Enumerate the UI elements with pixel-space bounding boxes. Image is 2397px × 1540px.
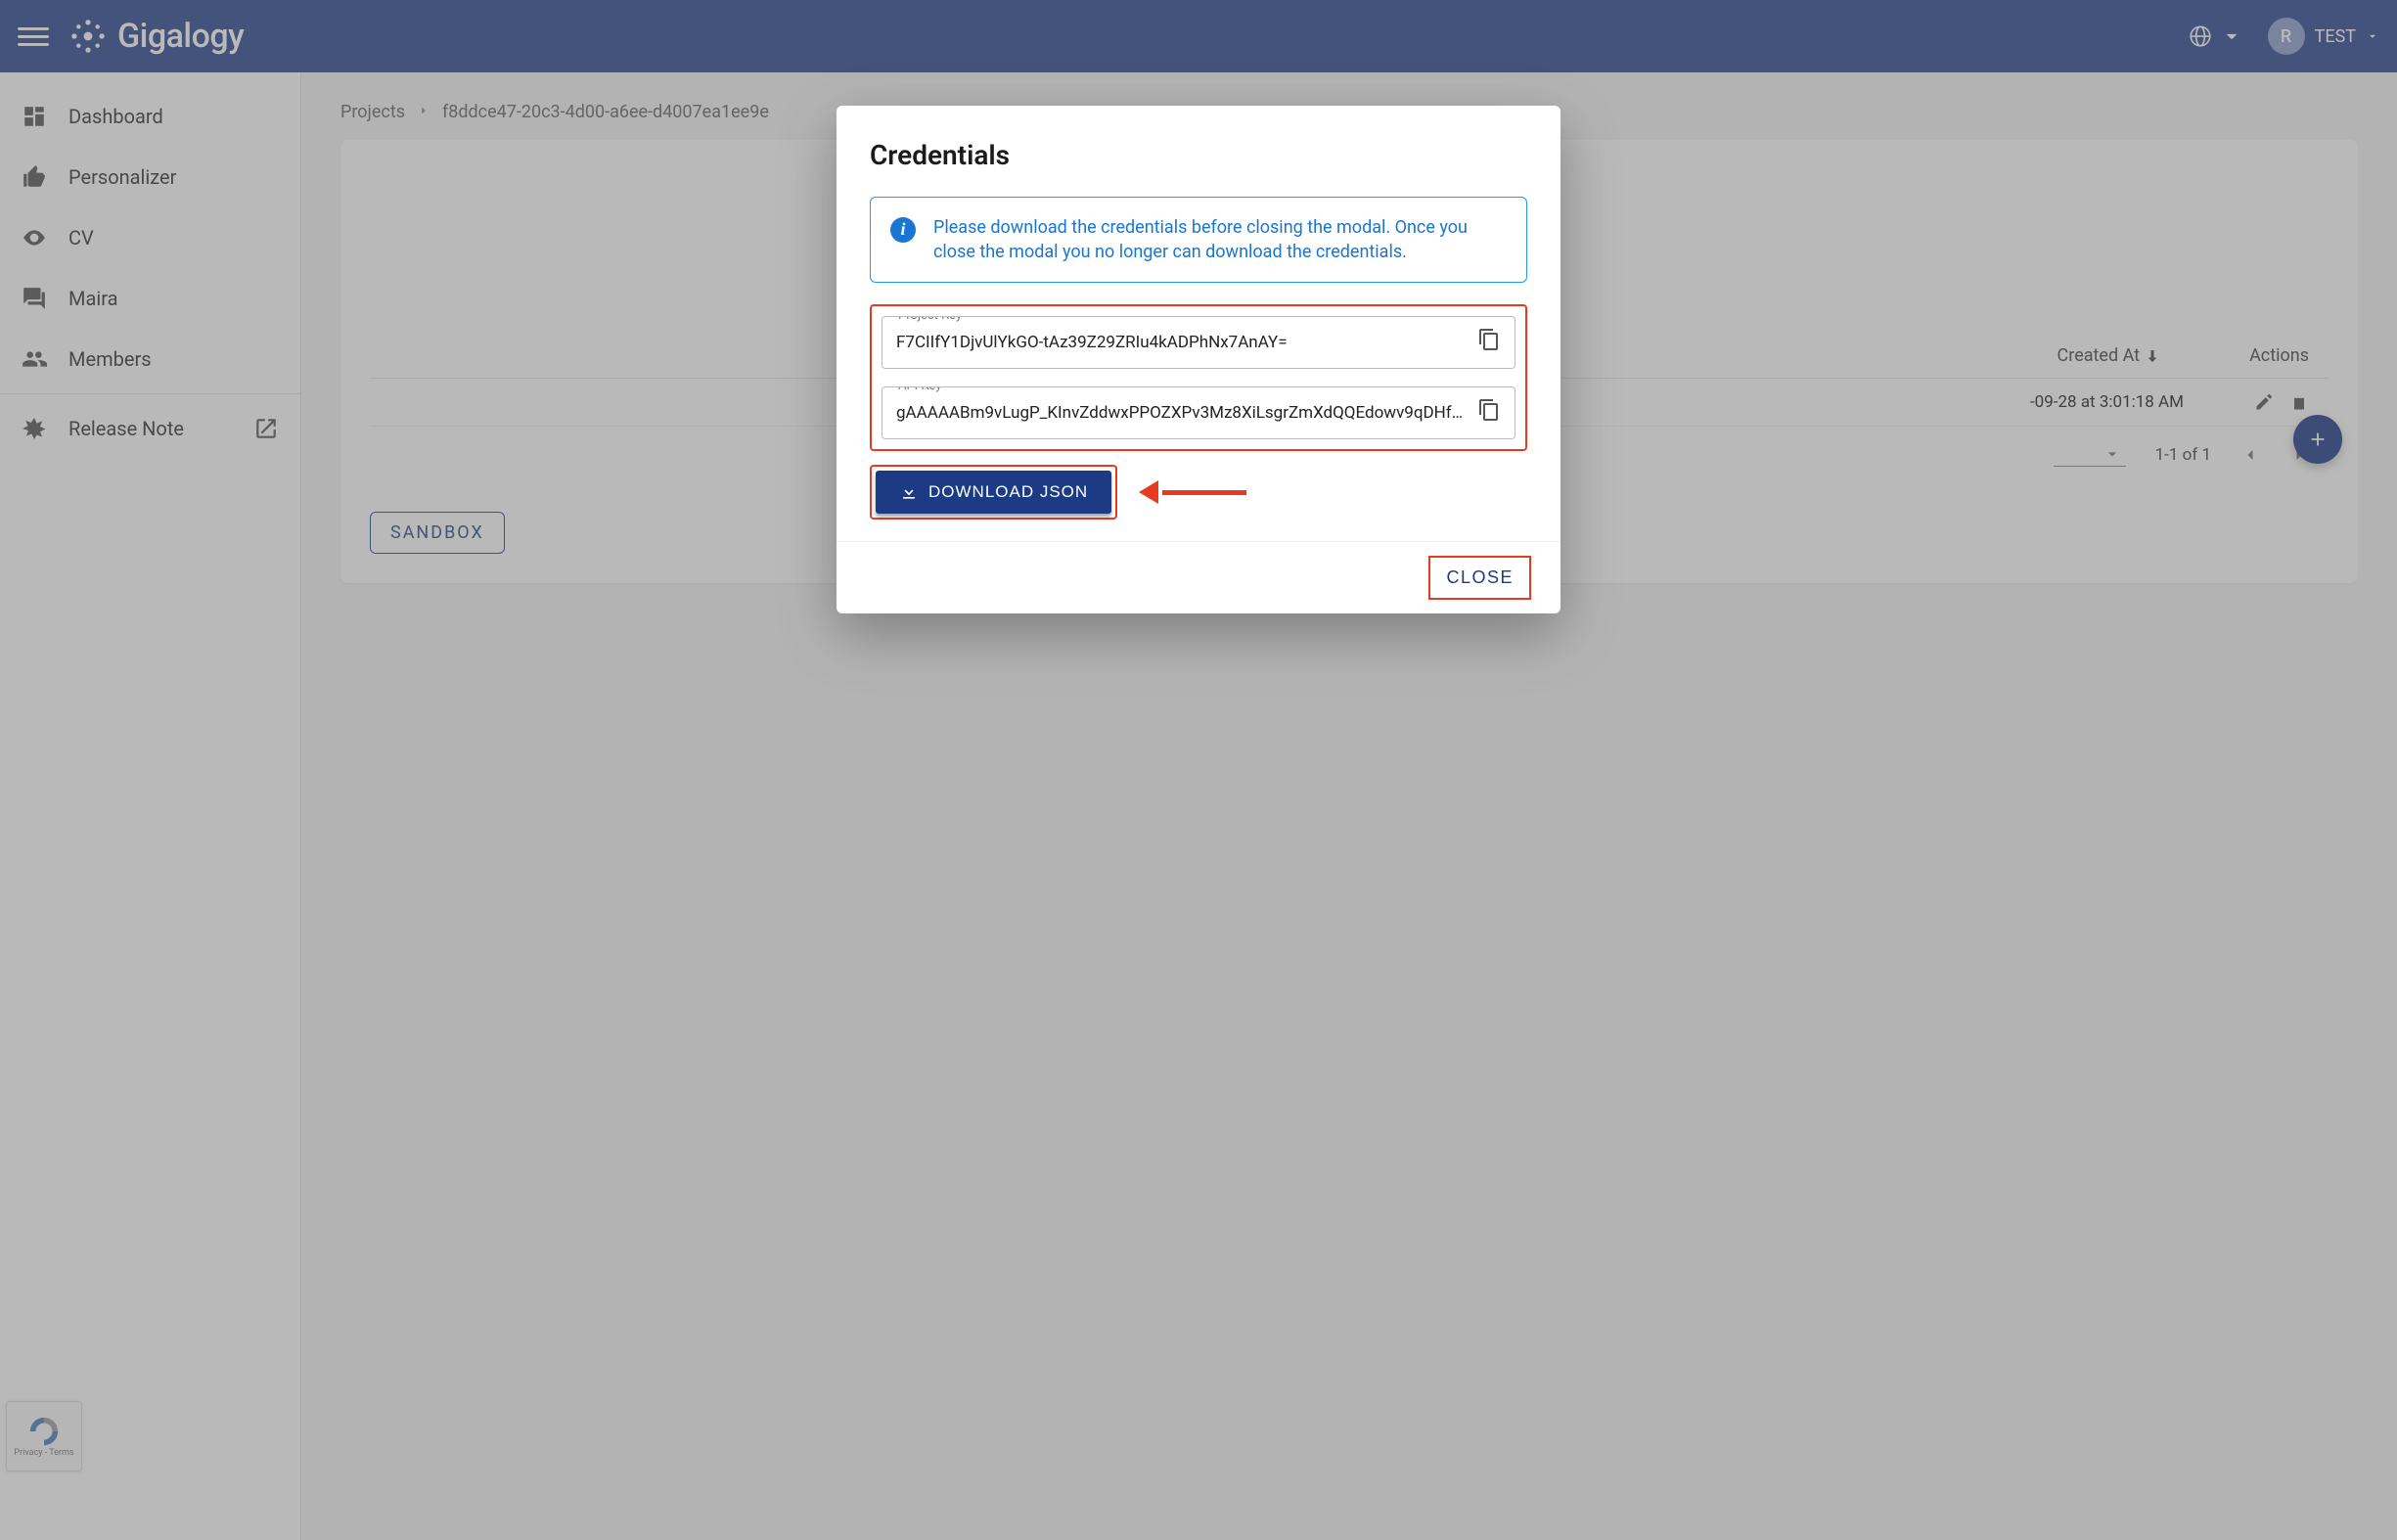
download-highlight: DOWNLOAD JSON xyxy=(870,465,1117,520)
credentials-highlight: Project Key F7CIIfY1DjvUlYkGO-tAz39Z29ZR… xyxy=(870,304,1527,451)
project-key-label: Project Key xyxy=(892,316,968,323)
credentials-modal: Credentials i Please download the creden… xyxy=(837,106,1560,613)
copy-project-key[interactable] xyxy=(1477,328,1507,357)
copy-icon xyxy=(1477,398,1501,422)
info-text: Please download the credentials before c… xyxy=(933,215,1507,264)
info-icon: i xyxy=(890,217,916,243)
copy-icon xyxy=(1477,328,1501,351)
download-icon xyxy=(899,482,919,502)
annotation-arrow xyxy=(1139,483,1246,501)
close-highlight: CLOSE xyxy=(1428,556,1531,600)
info-alert: i Please download the credentials before… xyxy=(870,197,1527,283)
close-button[interactable]: CLOSE xyxy=(1436,562,1523,594)
download-json-button[interactable]: DOWNLOAD JSON xyxy=(876,471,1111,514)
project-key-field: Project Key F7CIIfY1DjvUlYkGO-tAz39Z29ZR… xyxy=(882,316,1515,369)
api-key-label: API Key xyxy=(892,386,947,393)
modal-title: Credentials xyxy=(870,139,1527,171)
api-key-value: gAAAAABm9vLugP_KInvZddwxPPOZXPv3Mz8XiLsg… xyxy=(896,403,1508,423)
api-key-field: API Key gAAAAABm9vLugP_KInvZddwxPPOZXPv3… xyxy=(882,386,1515,439)
modal-scrim: Credentials i Please download the creden… xyxy=(0,0,2397,1540)
copy-api-key[interactable] xyxy=(1477,398,1507,428)
project-key-value: F7CIIfY1DjvUlYkGO-tAz39Z29ZRIu4kADPhNx7A… xyxy=(896,333,1288,352)
